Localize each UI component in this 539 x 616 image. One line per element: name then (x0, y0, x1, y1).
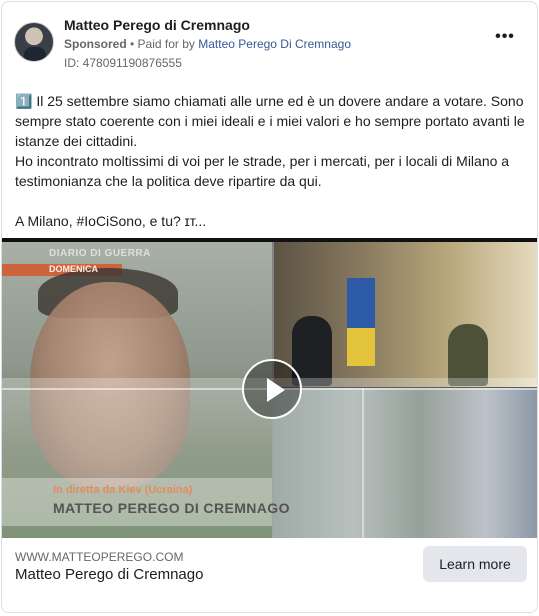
sponsored-label: Sponsored (64, 37, 127, 51)
ad-card: Matteo Perego di Cremnago Sponsored • Pa… (1, 1, 538, 613)
video-grid-line (362, 388, 364, 538)
link-domain: WWW.MATTEOPEREGO.COM (15, 550, 184, 564)
sponsored-meta: Sponsored • Paid for by Matteo Perego Di… (64, 37, 351, 51)
more-horizontal-icon: ••• (495, 28, 515, 45)
flag-blue-stripe (347, 278, 375, 328)
location-caption: In diretta da Kiev (Ucraina) (53, 484, 193, 496)
overlay-day: DOMENICA (49, 264, 98, 274)
avatar[interactable] (14, 22, 54, 62)
paid-for-prefix: Paid for by (137, 37, 199, 51)
name-caption: MATTEO PEREGO DI CREMNAGO (53, 500, 290, 516)
flag-yellow-stripe (347, 328, 375, 366)
paid-for-name[interactable]: Matteo Perego Di Cremnago (198, 37, 351, 51)
play-icon[interactable] (242, 359, 302, 419)
post-body-text: 1️⃣ Il 25 settembre siamo chiamati alle … (15, 93, 525, 229)
more-options-button[interactable]: ••• (493, 28, 517, 50)
overlay-title: DIARIO DI GUERRA (49, 248, 151, 259)
meta-separator: • (126, 37, 138, 51)
page-name-link[interactable]: Matteo Perego di Cremnago (64, 17, 250, 33)
learn-more-button[interactable]: Learn more (423, 546, 527, 582)
video-player[interactable]: DIARIO DI GUERRA DOMENICA In diretta da … (2, 238, 537, 538)
link-footer[interactable]: WWW.MATTEOPEREGO.COM Matteo Perego di Cr… (2, 538, 537, 612)
post-header: Matteo Perego di Cremnago Sponsored • Pa… (14, 14, 525, 72)
ad-id: ID: 478091190876555 (64, 56, 182, 70)
video-person-right (448, 324, 488, 386)
link-title[interactable]: Matteo Perego di Cremnago (15, 566, 203, 583)
